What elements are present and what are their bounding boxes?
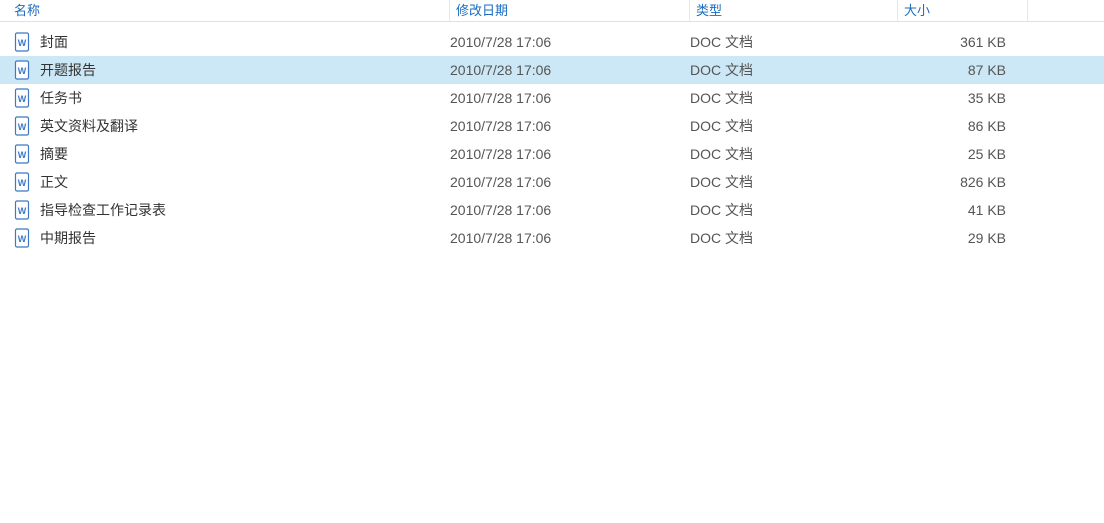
doc-file-icon: W bbox=[14, 172, 30, 192]
column-headers: 名称 修改日期 类型 大小 bbox=[0, 0, 1104, 22]
svg-text:W: W bbox=[18, 94, 27, 104]
file-name: 中期报告 bbox=[40, 228, 96, 248]
file-name-cell: W 摘要 bbox=[14, 144, 450, 164]
file-name: 任务书 bbox=[40, 88, 82, 108]
file-name: 正文 bbox=[40, 172, 68, 192]
svg-text:W: W bbox=[18, 178, 27, 188]
file-name-cell: W 正文 bbox=[14, 172, 450, 192]
file-row[interactable]: W 摘要 2010/7/28 17:06DOC 文档25 KB bbox=[0, 140, 1104, 168]
file-row[interactable]: W 封面 2010/7/28 17:06DOC 文档361 KB bbox=[0, 28, 1104, 56]
file-row[interactable]: W 正文 2010/7/28 17:06DOC 文档826 KB bbox=[0, 168, 1104, 196]
file-type: DOC 文档 bbox=[690, 116, 898, 136]
file-list: W封面2010/7/28 17:06DOC 文档361 KBW开题报告2010/… bbox=[0, 22, 1104, 252]
file-date: 2010/7/28 17:06 bbox=[450, 62, 690, 78]
file-name: 指导检查工作记录表 bbox=[40, 200, 166, 220]
file-date: 2010/7/28 17:06 bbox=[450, 90, 690, 106]
file-size: 25 KB bbox=[898, 146, 1016, 162]
file-date: 2010/7/28 17:06 bbox=[450, 34, 690, 50]
file-name-cell: W 中期报告 bbox=[14, 228, 450, 248]
file-type: DOC 文档 bbox=[690, 172, 898, 192]
file-row[interactable]: W 开题报告 2010/7/28 17:06DOC 文档87 KB bbox=[0, 56, 1104, 84]
svg-text:W: W bbox=[18, 38, 27, 48]
doc-file-icon: W bbox=[14, 32, 30, 52]
header-type[interactable]: 类型 bbox=[690, 0, 898, 21]
file-name: 封面 bbox=[40, 32, 68, 52]
file-type: DOC 文档 bbox=[690, 32, 898, 52]
file-type: DOC 文档 bbox=[690, 88, 898, 108]
file-date: 2010/7/28 17:06 bbox=[450, 202, 690, 218]
file-name-cell: W 任务书 bbox=[14, 88, 450, 108]
file-date: 2010/7/28 17:06 bbox=[450, 146, 690, 162]
file-name-cell: W 指导检查工作记录表 bbox=[14, 200, 450, 220]
doc-file-icon: W bbox=[14, 228, 30, 248]
file-size: 826 KB bbox=[898, 174, 1016, 190]
doc-file-icon: W bbox=[14, 200, 30, 220]
file-name: 摘要 bbox=[40, 144, 68, 164]
file-row[interactable]: W 英文资料及翻译 2010/7/28 17:06DOC 文档86 KB bbox=[0, 112, 1104, 140]
svg-text:W: W bbox=[18, 206, 27, 216]
svg-text:W: W bbox=[18, 122, 27, 132]
file-name: 英文资料及翻译 bbox=[40, 116, 138, 136]
svg-text:W: W bbox=[18, 150, 27, 160]
header-name[interactable]: 名称 bbox=[0, 0, 450, 21]
file-name: 开题报告 bbox=[40, 60, 96, 80]
svg-text:W: W bbox=[18, 66, 27, 76]
header-size[interactable]: 大小 bbox=[898, 0, 1028, 21]
file-size: 87 KB bbox=[898, 62, 1016, 78]
doc-file-icon: W bbox=[14, 116, 30, 136]
file-date: 2010/7/28 17:06 bbox=[450, 118, 690, 134]
file-size: 86 KB bbox=[898, 118, 1016, 134]
file-size: 361 KB bbox=[898, 34, 1016, 50]
file-name-cell: W 开题报告 bbox=[14, 60, 450, 80]
file-size: 35 KB bbox=[898, 90, 1016, 106]
svg-text:W: W bbox=[18, 234, 27, 244]
file-size: 29 KB bbox=[898, 230, 1016, 246]
doc-file-icon: W bbox=[14, 144, 30, 164]
file-row[interactable]: W 指导检查工作记录表 2010/7/28 17:06DOC 文档41 KB bbox=[0, 196, 1104, 224]
file-date: 2010/7/28 17:06 bbox=[450, 230, 690, 246]
header-date[interactable]: 修改日期 bbox=[450, 0, 690, 21]
doc-file-icon: W bbox=[14, 88, 30, 108]
file-date: 2010/7/28 17:06 bbox=[450, 174, 690, 190]
file-row[interactable]: W 任务书 2010/7/28 17:06DOC 文档35 KB bbox=[0, 84, 1104, 112]
file-size: 41 KB bbox=[898, 202, 1016, 218]
file-name-cell: W 封面 bbox=[14, 32, 450, 52]
doc-file-icon: W bbox=[14, 60, 30, 80]
file-type: DOC 文档 bbox=[690, 228, 898, 248]
file-name-cell: W 英文资料及翻译 bbox=[14, 116, 450, 136]
file-type: DOC 文档 bbox=[690, 60, 898, 80]
file-type: DOC 文档 bbox=[690, 200, 898, 220]
file-type: DOC 文档 bbox=[690, 144, 898, 164]
file-row[interactable]: W 中期报告 2010/7/28 17:06DOC 文档29 KB bbox=[0, 224, 1104, 252]
